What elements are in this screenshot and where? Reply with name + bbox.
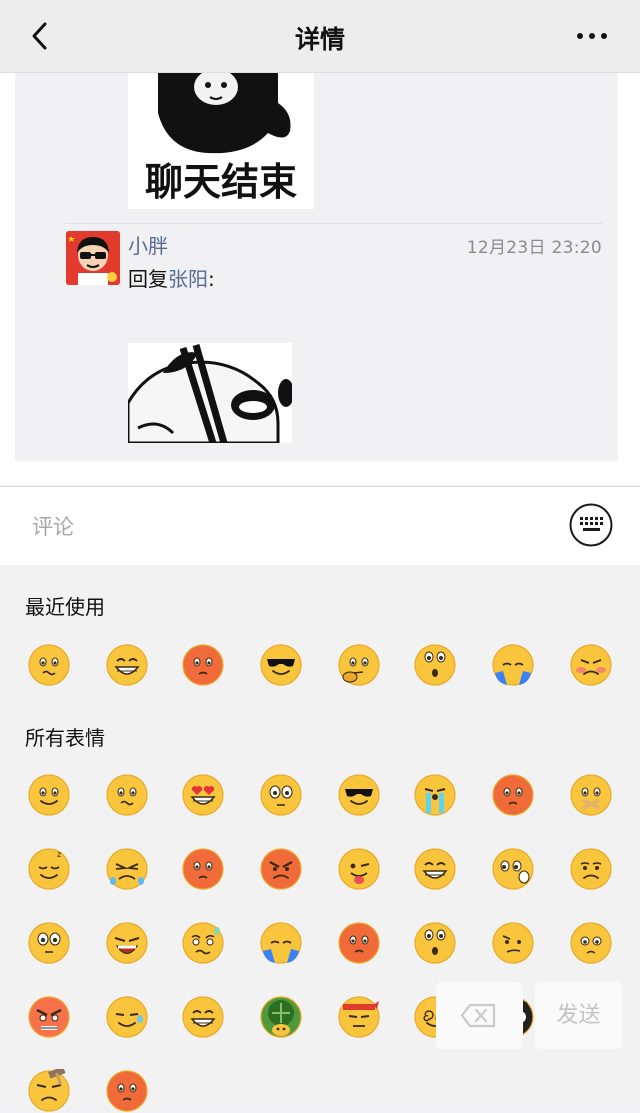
comment-input[interactable] — [30, 509, 554, 545]
yawn-emoji-icon[interactable] — [105, 921, 149, 965]
reply-prefix: 回复 — [128, 267, 168, 291]
sad-eyes-emoji-icon[interactable] — [569, 921, 613, 965]
reply-suffix: : — [208, 267, 215, 291]
keyboard-icon[interactable] — [569, 503, 613, 547]
blush-red-emoji-icon[interactable] — [181, 847, 225, 891]
blush-red-emoji-icon[interactable] — [105, 1069, 149, 1113]
surprised-left-emoji-icon[interactable] — [491, 847, 535, 891]
angry-blush-emoji-icon[interactable] — [569, 643, 613, 687]
wide-eyes-emoji-icon[interactable] — [259, 773, 303, 817]
dizzy-face-emoji-icon[interactable] — [27, 643, 71, 687]
squint-sweat-emoji-icon[interactable] — [105, 995, 149, 1039]
all-emoji-title: 所有表情 — [25, 726, 105, 750]
delete-button[interactable] — [436, 982, 523, 1049]
divider — [65, 223, 603, 224]
comment-time: 12月23日 23:20 — [466, 238, 602, 258]
recent-emoji-title: 最近使用 — [25, 595, 105, 619]
shocked-emoji-icon[interactable] — [27, 921, 71, 965]
sweat-worry-emoji-icon[interactable] — [181, 921, 225, 965]
grin-emoji-icon[interactable] — [105, 643, 149, 687]
sticker-image-panda[interactable] — [128, 343, 292, 443]
thinking-emoji-icon[interactable] — [337, 643, 381, 687]
blush-red-emoji-icon[interactable] — [181, 643, 225, 687]
comment-reply-text: 回复张阳: — [128, 263, 215, 292]
confused-emoji-icon[interactable] — [491, 921, 535, 965]
send-button[interactable]: 发送 — [535, 982, 622, 1049]
emoji-panel: 最近使用 所有表情 z 发送 — [0, 565, 640, 1112]
avatar[interactable] — [66, 231, 120, 285]
facepalm-emoji-icon[interactable] — [491, 643, 535, 687]
blush-red-emoji-icon[interactable] — [337, 921, 381, 965]
svg-text:z: z — [57, 850, 61, 859]
crying-emoji-icon[interactable] — [413, 773, 457, 817]
nav-bar: 详情 — [0, 0, 640, 73]
blush-red-emoji-icon[interactable] — [491, 773, 535, 817]
frown-emoji-icon[interactable] — [569, 847, 613, 891]
hammer-emoji-icon[interactable] — [27, 1069, 71, 1113]
angry-emoji-icon[interactable] — [259, 847, 303, 891]
comment-author[interactable]: 小胖 — [128, 230, 168, 259]
detail-content: 聊天结束 小胖 12月23日 23:20 回复张阳: — [0, 69, 640, 485]
angry-red-emoji-icon[interactable] — [27, 995, 71, 1039]
reply-to-user[interactable]: 张阳 — [168, 267, 208, 291]
sticker-image[interactable]: 聊天结束 — [128, 69, 314, 209]
grin-emoji-icon[interactable] — [181, 995, 225, 1039]
heart-eyes-emoji-icon[interactable] — [181, 773, 225, 817]
headband-emoji-icon[interactable] — [337, 995, 381, 1039]
sob-emoji-icon[interactable] — [105, 847, 149, 891]
page-title: 详情 — [294, 25, 345, 54]
sunglasses-emoji-icon[interactable] — [259, 643, 303, 687]
smile-emoji-icon[interactable] — [27, 773, 71, 817]
sticker-caption: 聊天结束 — [145, 160, 297, 204]
shut-mouth-emoji-icon[interactable] — [569, 773, 613, 817]
grin-emoji-icon[interactable] — [413, 847, 457, 891]
dizzy-face-emoji-icon[interactable] — [105, 773, 149, 817]
surprised-emoji-icon[interactable] — [413, 643, 457, 687]
tongue-emoji-icon[interactable] — [337, 847, 381, 891]
turtle-emoji-icon[interactable] — [259, 995, 303, 1039]
sleepy-emoji-icon[interactable]: z — [27, 847, 71, 891]
surprised-emoji-icon[interactable] — [413, 921, 457, 965]
sunglasses-emoji-icon[interactable] — [337, 773, 381, 817]
facepalm-emoji-icon[interactable] — [259, 921, 303, 965]
comments-card: 聊天结束 小胖 12月23日 23:20 回复张阳: — [15, 69, 618, 461]
comment-input-bar — [0, 486, 640, 566]
more-icon[interactable] — [574, 22, 610, 50]
